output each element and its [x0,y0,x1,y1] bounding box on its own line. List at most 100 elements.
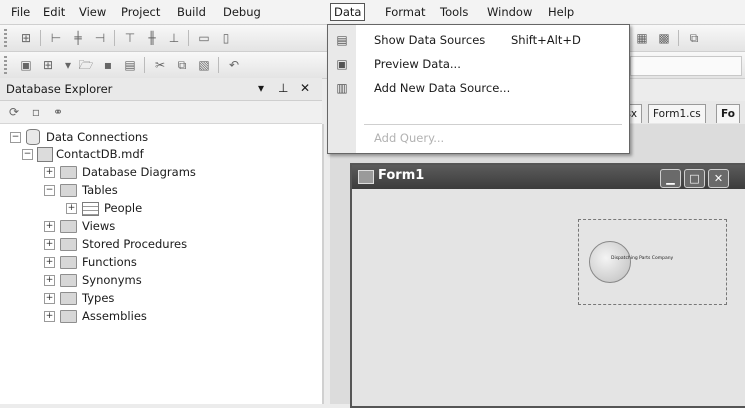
align-grid-icon[interactable]: ⊞ [18,30,34,46]
menu-item-label: Preview Data... [374,57,461,71]
maximize-icon[interactable]: □ [684,169,705,188]
align-right-icon[interactable]: ⊣ [92,30,108,46]
pin-icon[interactable]: ⊥ [278,81,288,95]
menu-build[interactable]: Build [174,4,209,20]
custom-control[interactable]: Dispatching Parts Company [578,219,727,305]
folder-icon [60,184,77,197]
menu-project[interactable]: Project [118,4,163,20]
minimize-icon[interactable]: ▁ [660,169,681,188]
menu-help[interactable]: Help [545,4,577,20]
tree-node-people[interactable]: + People [0,200,320,216]
menu-item-label: Add New Data Source... [374,81,511,95]
tree-node-connection[interactable]: − ContactDB.mdf [0,146,320,162]
collapse-icon[interactable]: − [22,149,33,160]
align-top-icon[interactable]: ⊤ [122,30,138,46]
collapse-icon[interactable]: − [10,132,21,143]
stop-icon[interactable]: ▫ [28,104,44,120]
expand-icon[interactable]: + [44,275,55,286]
expand-icon[interactable]: + [44,311,55,322]
menu-bar: File Edit View Project Build Debug Data … [0,0,745,25]
tree-node-functions[interactable]: + Functions [0,254,320,270]
menu-item-shortcut: Shift+Alt+D [511,33,581,47]
menu-item-show-data-sources[interactable]: ▤ Show Data Sources Shift+Alt+D [328,29,629,53]
dropdown-arrow-icon[interactable]: ▾ [60,57,76,73]
circle-graphic [589,241,631,283]
add-source-icon: ▥ [336,81,348,95]
solution-config-combo[interactable] [630,56,742,76]
same-width-icon[interactable]: ▭ [196,30,212,46]
tab-form1-design[interactable]: Fo [716,104,740,123]
connect-icon[interactable]: ⚭ [50,104,66,120]
open-icon[interactable]: 🗁 [78,57,94,73]
snap-icon[interactable]: ▩ [656,30,672,46]
menu-item-add-new-data-source[interactable]: ▥ Add New Data Source... [328,77,629,101]
add-item-icon[interactable]: ⊞ [40,57,56,73]
refresh-icon[interactable]: ⟳ [6,104,22,120]
folder-icon [60,220,77,233]
table-icon [82,202,99,216]
expand-icon[interactable]: + [44,167,55,178]
menu-item-preview-data[interactable]: ▣ Preview Data... [328,53,629,77]
folder-icon [60,274,77,287]
tree-node-stored-procedures[interactable]: + Stored Procedures [0,236,320,252]
align-center-icon[interactable]: ╪ [70,30,86,46]
tree-label: Data Connections [46,130,149,144]
paste-icon[interactable]: ▧ [196,57,212,73]
save-all-icon[interactable]: ▤ [122,57,138,73]
close-icon[interactable]: ✕ [708,169,729,188]
form-designer-window[interactable]: Form1 ▁ □ ✕ Dispatching Parts Company [350,163,745,408]
tree-node-views[interactable]: + Views [0,218,320,234]
preview-icon: ▣ [336,57,348,71]
folder-icon [60,256,77,269]
window-position-icon[interactable]: ▾ [258,81,264,95]
tree-node-tables[interactable]: − Tables [0,182,320,198]
expand-icon[interactable]: + [66,203,77,214]
align-bottom-icon[interactable]: ⊥ [166,30,182,46]
cut-icon[interactable]: ✂ [152,57,168,73]
tree-label: Views [82,219,116,233]
tree-label: Synonyms [82,273,142,287]
menu-view[interactable]: View [76,4,109,20]
folder-icon [60,166,77,179]
tab-form1-cs[interactable]: Form1.cs [648,104,706,123]
data-sources-icon: ▤ [336,33,348,47]
menu-data[interactable]: Data [330,3,366,21]
toolbar-grip[interactable] [4,29,7,47]
same-height-icon[interactable]: ▯ [218,30,234,46]
menu-edit[interactable]: Edit [40,4,68,20]
toolbar-grip[interactable] [4,56,7,74]
tree-node-synonyms[interactable]: + Synonyms [0,272,320,288]
tree-label: Stored Procedures [82,237,188,251]
tree-node-assemblies[interactable]: + Assemblies [0,308,320,324]
close-icon[interactable]: ✕ [300,81,310,95]
menu-tools[interactable]: Tools [437,4,471,20]
tree-node-database-diagrams[interactable]: + Database Diagrams [0,164,320,180]
expand-icon[interactable]: + [44,257,55,268]
undo-icon[interactable]: ↶ [226,57,242,73]
collapse-icon[interactable]: − [44,185,55,196]
align-middle-icon[interactable]: ╫ [144,30,160,46]
order-icon[interactable]: ⧉ [686,30,702,46]
grid-icon[interactable]: ▦ [634,30,650,46]
menu-item-add-query: Add Query... [328,127,629,151]
menu-window[interactable]: Window [484,4,535,20]
align-left-icon[interactable]: ⊢ [48,30,64,46]
expand-icon[interactable]: + [44,221,55,232]
tree-node-data-connections[interactable]: − Data Connections [0,129,320,145]
tree-node-types[interactable]: + Types [0,290,320,306]
control-caption: Dispatching Parts Company [611,256,674,261]
folder-icon [60,310,77,323]
save-icon[interactable]: ▪ [100,57,116,73]
expand-icon[interactable]: + [44,293,55,304]
new-project-icon[interactable]: ▣ [18,57,34,73]
menu-format[interactable]: Format [382,4,429,20]
copy-icon[interactable]: ⧉ [174,57,190,73]
menu-file[interactable]: File [8,4,33,20]
menu-debug[interactable]: Debug [220,4,264,20]
data-menu-dropdown: ▤ Show Data Sources Shift+Alt+D ▣ Previe… [327,24,630,154]
folder-icon [60,292,77,305]
panel-title: Database Explorer [6,82,113,96]
expand-icon[interactable]: + [44,239,55,250]
database-explorer-toolbar: ⟳ ▫ ⚭ [0,101,322,124]
form-title-bar: Form1 ▁ □ ✕ [352,165,745,189]
